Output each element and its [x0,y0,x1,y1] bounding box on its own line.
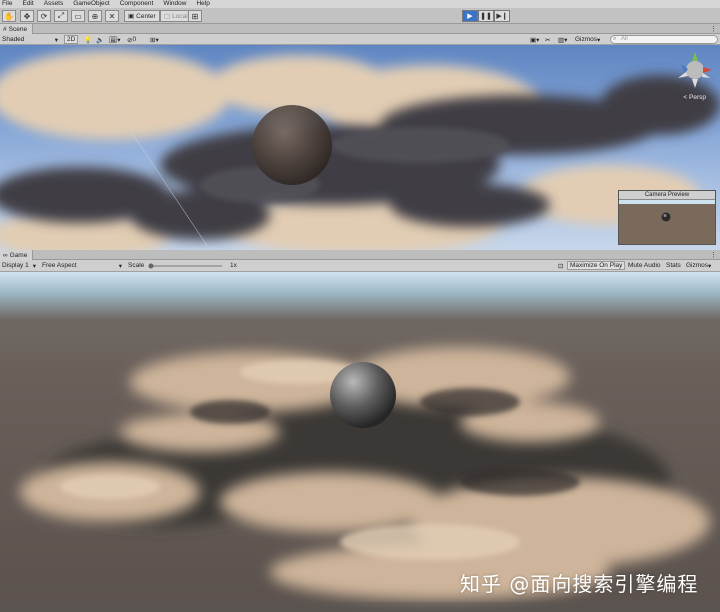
pivot-center-button[interactable]: ▣ Center [124,10,160,22]
menu-assets[interactable]: Assets [44,0,64,8]
search-placeholder: All [621,36,628,42]
scene-tab-icon: # [3,25,7,33]
pause-button[interactable]: ❚❚ [478,10,494,22]
scale-slider[interactable] [146,261,226,270]
scene-search-input[interactable]: ⌕ All [610,35,718,44]
chevron-down-icon: ▾ [32,262,36,270]
game-tab-label: Game [9,251,28,259]
shading-mode-dropdown[interactable]: Shaded ▾ [0,35,60,44]
move-icon[interactable]: ✥ [20,10,34,22]
tools-icon[interactable]: ✂ [543,35,552,44]
aspect-dropdown[interactable]: Free Aspect ▾ [40,261,124,270]
scene-gizmos-label: Gizmos [575,36,598,43]
scene-tab-label: Scene [8,25,28,33]
maximize-label: Maximize On Play [570,262,623,269]
bottom-strip [0,602,720,612]
rect-icon[interactable]: ▭ [71,10,85,22]
game-clouds-render [20,347,710,600]
scene-viewport[interactable]: < Persp [0,45,720,250]
chevron-down-icon: ▾ [54,36,58,44]
playback-controls: ▶ ❚❚ ▶❙ [462,10,510,22]
scale-label: Scale [128,262,145,269]
mute-label: Mute Audio [628,262,661,269]
pivot-icon: ▣ [128,13,135,20]
grid-icon[interactable]: ⊞▾ [148,35,161,44]
audio-icon[interactable]: 🔈 [94,35,106,44]
scale-value: 1x [230,262,237,269]
transform-icon[interactable]: ⊕ [88,10,102,22]
menu-component[interactable]: Component [120,0,154,8]
lighting-icon[interactable]: 💡 [82,35,94,44]
watermark-text: 知乎 @面向搜索引擎编程 [460,572,699,596]
game-toolbar: Display 1 ▾ Free Aspect ▾ Scale 1x ⊡ Max… [0,260,720,272]
scale-slider-thumb[interactable] [148,263,154,268]
effects-icon[interactable]: 🖼▾ [107,35,123,44]
rotate-icon[interactable]: ⟳ [37,10,51,22]
play-button[interactable]: ▶ [462,10,478,22]
hidden-objects-toggle[interactable]: ⊘ 0 [125,35,138,44]
search-icon: ⌕ [613,36,617,42]
scale-slider-track [148,263,222,268]
menu-file[interactable]: File [2,0,12,8]
game-gizmos-dropdown[interactable]: Gizmos ▾ [684,261,713,270]
scale-icon[interactable]: ⤢ [54,10,68,22]
menu-gameobject[interactable]: GameObject [73,0,110,8]
camera-preview-render [619,200,715,244]
scene-toolbar: Shaded ▾ 2D 💡 🔈 🖼▾ ⊘ 0 ⊞▾ ▣▾ ✂ ▥▾ Gizmos… [0,34,720,45]
stats-label: Stats [666,262,681,269]
chevron-down-icon: ▾ [597,36,601,44]
game-gizmos-label: Gizmos [686,262,709,269]
scene-sphere[interactable] [252,105,332,185]
game-tab-icon: ∞ [3,251,8,259]
hand-icon[interactable]: ✋ [2,10,16,22]
scene-tabbar: # Scene ⋮ [0,24,720,34]
camera-icon[interactable]: ▣▾ [528,35,541,44]
mode-2d-label: 2D [67,36,76,43]
scene-panel-menu-icon[interactable]: ⋮ [710,25,717,33]
chevron-down-icon: ▾ [118,262,122,270]
space-local-button[interactable]: ▢ Local [160,10,192,22]
snap-icon[interactable]: ⊞ [188,10,202,22]
display-dropdown[interactable]: Display 1 ▾ [0,261,38,270]
game-tabbar: ∞ Game ⋮ [0,250,720,260]
custom-tool-icon[interactable]: ✕ [105,10,119,22]
tab-game[interactable]: ∞ Game [0,250,34,260]
stats-toggle[interactable]: Stats [664,261,683,270]
scene-clouds-render [0,50,720,250]
chevron-down-icon: ▾ [708,262,712,270]
menu-help[interactable]: Help [196,0,209,8]
tab-scene[interactable]: # Scene [0,24,34,34]
camera-preview-panel: Camera Preview [618,190,716,245]
game-layout-icon[interactable]: ⊡ [556,261,565,270]
local-icon: ▢ [164,13,171,20]
step-button[interactable]: ▶❙ [494,10,510,22]
persp-label[interactable]: < Persp [683,94,706,101]
main-toolbar: ✋ ✥ ⟳ ⤢ ▭ ⊕ ✕ ▣ Center ▢ Local ⊞ ▶ ❚❚ ▶❙ [0,8,720,24]
space-label: Local [172,12,188,20]
scene-settings-icon[interactable]: ▥▾ [556,35,569,44]
scene-gizmos-dropdown[interactable]: Gizmos ▾ [573,35,602,44]
game-panel-menu-icon[interactable]: ⋮ [710,251,717,259]
mute-audio-toggle[interactable]: Mute Audio [626,261,663,270]
pivot-label: Center [136,12,156,20]
mode-2d-toggle[interactable]: 2D [64,35,79,44]
hidden-count: 0 [132,36,137,43]
menu-window[interactable]: Window [163,0,186,8]
menu-edit[interactable]: Edit [22,0,33,8]
camera-preview-title: Camera Preview [619,191,715,200]
shading-mode-label: Shaded [2,36,25,43]
maximize-on-play-toggle[interactable]: Maximize On Play [567,261,626,270]
display-label: Display 1 [2,262,29,269]
aspect-label: Free Aspect [42,262,77,269]
game-sphere[interactable] [330,362,396,428]
game-viewport[interactable] [0,272,720,612]
menu-bar: File Edit Assets GameObject Component Wi… [0,0,720,8]
